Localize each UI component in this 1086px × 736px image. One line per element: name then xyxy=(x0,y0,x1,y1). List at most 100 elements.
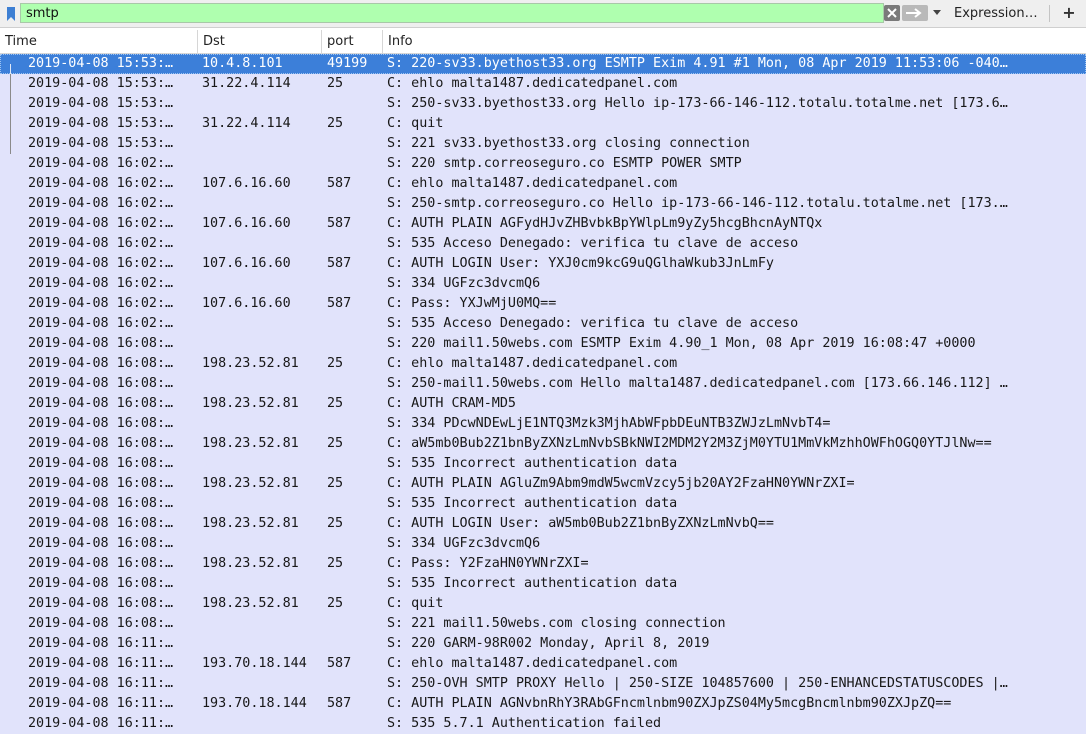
packet-info-cell: S: 535 Incorrect authentication data xyxy=(387,456,678,471)
packet-info-cell: C: AUTH LOGIN User: YXJ0cm9kcG9uQGlhaWku… xyxy=(387,256,774,271)
packet-row[interactable]: 2019-04-08 16:08:… S: 220 mail1.50webs.co… xyxy=(0,334,1086,354)
packet-row[interactable]: 2019-04-08 16:08:… 198.23.52.81 25 C: AUTH … xyxy=(0,514,1086,534)
packet-time-cell: 2019-04-08 16:02:… xyxy=(28,216,174,231)
packet-info-cell: C: ehlo malta1487.dedicatedpanel.com xyxy=(387,656,678,671)
filter-bookmark-icon[interactable] xyxy=(3,4,19,23)
add-filter-button[interactable]: + xyxy=(1062,4,1076,22)
packet-row[interactable]: 2019-04-08 16:08:… S: 535 Incorrect authe… xyxy=(0,454,1086,474)
packet-port-cell: 25 xyxy=(327,436,344,451)
packet-row[interactable]: 2019-04-08 16:02:… S: 535 Acceso Denegado… xyxy=(0,314,1086,334)
packet-time-cell: 2019-04-08 16:08:… xyxy=(28,576,174,591)
packet-row[interactable]: 2019-04-08 16:08:… S: 535 Incorrect authe… xyxy=(0,494,1086,514)
packet-info-cell: C: Pass: YXJwMjU0MQ== xyxy=(387,296,557,311)
packet-row[interactable]: 2019-04-08 16:02:… 107.6.16.60 587 C: Pass:… xyxy=(0,294,1086,314)
packet-time-cell: 2019-04-08 16:08:… xyxy=(28,616,174,631)
packet-row[interactable]: 2019-04-08 16:02:… S: 535 Acceso Denegado… xyxy=(0,234,1086,254)
packet-port-cell: 587 xyxy=(327,256,352,271)
packet-row[interactable]: 2019-04-08 15:53:… 31.22.4.114 25 C: quit xyxy=(0,114,1086,134)
packet-row[interactable]: 2019-04-08 16:08:… 198.23.52.81 25 C: ehlo … xyxy=(0,354,1086,374)
packet-row[interactable]: 2019-04-08 15:53:… 10.4.8.101 49199 S: 220-… xyxy=(0,54,1086,74)
packet-port-cell: 49199 xyxy=(327,56,368,71)
packet-info-cell: C: ehlo malta1487.dedicatedpanel.com xyxy=(387,76,678,91)
packet-row[interactable]: 2019-04-08 16:02:… 107.6.16.60 587 C: ehlo … xyxy=(0,174,1086,194)
packet-dst-cell: 107.6.16.60 xyxy=(202,216,291,231)
packet-row[interactable]: 2019-04-08 15:53:… S: 250-sv33.byethost33… xyxy=(0,94,1086,114)
packet-time-cell: 2019-04-08 15:53:… xyxy=(28,56,174,71)
packet-time-cell: 2019-04-08 16:11:… xyxy=(28,716,174,731)
packet-time-cell: 2019-04-08 16:08:… xyxy=(28,476,174,491)
packet-info-cell: C: quit xyxy=(387,596,444,611)
packet-time-cell: 2019-04-08 16:08:… xyxy=(28,356,174,371)
packet-row[interactable]: 2019-04-08 16:08:… S: 535 Incorrect authe… xyxy=(0,574,1086,594)
packet-row[interactable]: 2019-04-08 16:02:… 107.6.16.60 587 C: AUTH … xyxy=(0,254,1086,274)
packet-time-cell: 2019-04-08 16:08:… xyxy=(28,456,174,471)
packet-info-cell: S: 535 5.7.1 Authentication failed xyxy=(387,716,662,731)
packet-time-cell: 2019-04-08 16:11:… xyxy=(28,656,174,671)
packet-dst-cell: 193.70.18.144 xyxy=(202,656,307,671)
packet-port-cell: 587 xyxy=(327,216,352,231)
packet-port-cell: 25 xyxy=(327,556,344,571)
packet-row[interactable]: 2019-04-08 16:11:… S: 250-OVH SMTP PROXY … xyxy=(0,674,1086,694)
packet-time-cell: 2019-04-08 16:02:… xyxy=(28,176,174,191)
packet-row[interactable]: 2019-04-08 16:11:… S: 220 GARM-98R002 Mon… xyxy=(0,634,1086,654)
packet-info-cell: S: 220-sv33.byethost33.org ESMTP Exim 4.… xyxy=(387,56,1008,71)
conversation-tree-line xyxy=(10,114,11,134)
packet-row[interactable]: 2019-04-08 16:08:… S: 250-mail1.50webs.co… xyxy=(0,374,1086,394)
packet-row[interactable]: 2019-04-08 16:08:… 198.23.52.81 25 C: AUTH … xyxy=(0,394,1086,414)
packet-row[interactable]: 2019-04-08 16:02:… S: 334 UGFzc3dvcmQ6 xyxy=(0,274,1086,294)
conversation-tree-line xyxy=(10,74,11,94)
packet-time-cell: 2019-04-08 16:08:… xyxy=(28,516,174,531)
expression-button[interactable]: Expression… xyxy=(954,6,1038,22)
packet-row[interactable]: 2019-04-08 16:08:… 198.23.52.81 25 C: aW5mb… xyxy=(0,434,1086,454)
packet-info-cell: C: AUTH LOGIN User: aW5mb0Bub2Z1bnByZXNz… xyxy=(387,516,774,531)
packet-time-cell: 2019-04-08 15:53:… xyxy=(28,116,174,131)
clear-filter-icon[interactable] xyxy=(884,5,900,21)
column-header-port[interactable]: port xyxy=(322,30,383,53)
packet-info-cell: S: 221 mail1.50webs.com closing connecti… xyxy=(387,616,726,631)
packet-time-cell: 2019-04-08 16:08:… xyxy=(28,536,174,551)
packet-row[interactable]: 2019-04-08 16:08:… S: 221 mail1.50webs.co… xyxy=(0,614,1086,634)
packet-row[interactable]: 2019-04-08 16:11:… 193.70.18.144 587 C: AUT… xyxy=(0,694,1086,714)
packet-row[interactable]: 2019-04-08 16:02:… S: 250-smtp.correosegu… xyxy=(0,194,1086,214)
packet-row[interactable]: 2019-04-08 16:08:… 198.23.52.81 25 C: quit xyxy=(0,594,1086,614)
packet-row[interactable]: 2019-04-08 16:08:… 198.23.52.81 25 C: AUTH … xyxy=(0,474,1086,494)
column-header-time[interactable]: Time xyxy=(0,30,198,53)
packet-info-cell: S: 250-sv33.byethost33.org Hello ip-173-… xyxy=(387,96,1008,111)
display-filter-input[interactable] xyxy=(20,3,884,23)
packet-info-cell: C: AUTH CRAM-MD5 xyxy=(387,396,516,411)
packet-row[interactable]: 2019-04-08 16:08:… S: 334 PDcwNDEwLjE1NTQ… xyxy=(0,414,1086,434)
packet-time-cell: 2019-04-08 16:08:… xyxy=(28,416,174,431)
packet-dst-cell: 198.23.52.81 xyxy=(202,436,299,451)
packet-row[interactable]: 2019-04-08 15:53:… 31.22.4.114 25 C: ehlo m… xyxy=(0,74,1086,94)
packet-time-cell: 2019-04-08 16:02:… xyxy=(28,256,174,271)
packet-info-cell: C: ehlo malta1487.dedicatedpanel.com xyxy=(387,356,678,371)
column-header-dst[interactable]: Dst xyxy=(198,30,322,53)
packet-info-cell: S: 535 Incorrect authentication data xyxy=(387,496,678,511)
packet-row[interactable]: 2019-04-08 16:02:… S: 220 smtp.correosegu… xyxy=(0,154,1086,174)
packet-time-cell: 2019-04-08 16:08:… xyxy=(28,496,174,511)
packet-port-cell: 25 xyxy=(327,476,344,491)
packet-info-cell: S: 250-mail1.50webs.com Hello malta1487.… xyxy=(387,376,1008,391)
packet-row[interactable]: 2019-04-08 16:08:… 198.23.52.81 25 C: Pass:… xyxy=(0,554,1086,574)
packet-time-cell: 2019-04-08 16:11:… xyxy=(28,676,174,691)
packet-time-cell: 2019-04-08 16:02:… xyxy=(28,196,174,211)
packet-dst-cell: 198.23.52.81 xyxy=(202,596,299,611)
packet-row[interactable]: 2019-04-08 16:08:… S: 334 UGFzc3dvcmQ6 xyxy=(0,534,1086,554)
packet-info-cell: S: 535 Incorrect authentication data xyxy=(387,576,678,591)
packet-row[interactable]: 2019-04-08 16:11:… 193.70.18.144 587 C: ehl… xyxy=(0,654,1086,674)
packet-time-cell: 2019-04-08 16:08:… xyxy=(28,596,174,611)
packet-time-cell: 2019-04-08 16:08:… xyxy=(28,436,174,451)
recent-filters-dropdown-icon[interactable] xyxy=(930,5,944,21)
packet-info-cell: S: 535 Acceso Denegado: verifica tu clav… xyxy=(387,236,799,251)
packet-port-cell: 587 xyxy=(327,176,352,191)
packet-port-cell: 25 xyxy=(327,396,344,411)
packet-port-cell: 587 xyxy=(327,296,352,311)
toolbar-separator xyxy=(1049,5,1050,22)
column-header-info[interactable]: Info xyxy=(383,30,1086,53)
packet-port-cell: 25 xyxy=(327,76,344,91)
apply-filter-arrow-icon[interactable] xyxy=(902,5,928,21)
packet-row[interactable]: 2019-04-08 16:11:… S: 535 5.7.1 Authentic… xyxy=(0,714,1086,734)
packet-row[interactable]: 2019-04-08 15:53:… S: 221 sv33.byethost33… xyxy=(0,134,1086,154)
packet-dst-cell: 193.70.18.144 xyxy=(202,696,307,711)
packet-row[interactable]: 2019-04-08 16:02:… 107.6.16.60 587 C: AUTH … xyxy=(0,214,1086,234)
